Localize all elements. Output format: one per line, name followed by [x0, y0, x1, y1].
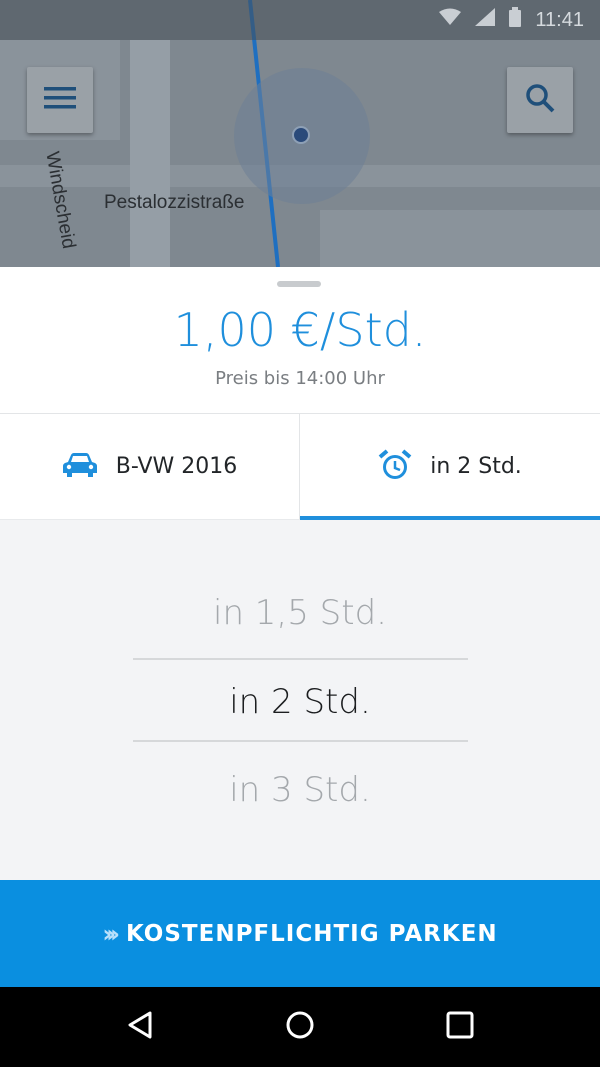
map-view[interactable]: Pestalozzistraße Windscheid 11:41	[0, 0, 600, 267]
picker-divider	[133, 658, 468, 660]
parking-tabs: B-VW 2016 in 2 Std.	[0, 413, 600, 520]
status-time: 11:41	[535, 8, 584, 31]
street-label-pestalozzistrasse: Pestalozzistraße	[104, 192, 245, 213]
hamburger-menu-icon	[44, 87, 76, 113]
status-bar: 11:41	[0, 0, 600, 40]
tab-vehicle-label: B-VW 2016	[115, 454, 238, 479]
duration-picker[interactable]: in 1,5 Std. in 2 Std. in 3 Std.	[0, 520, 600, 880]
menu-button[interactable]	[27, 67, 93, 133]
back-triangle-icon	[126, 1010, 154, 1044]
wifi-icon	[439, 8, 462, 32]
search-button[interactable]	[507, 67, 573, 133]
price-note: Preis bis 14:00 Uhr	[215, 368, 385, 389]
alarm-clock-icon	[378, 448, 412, 485]
park-button[interactable]: ››› KOSTENPFLICHTIG PARKEN	[0, 880, 600, 987]
picker-option-selected[interactable]: in 2 Std.	[0, 682, 600, 722]
location-dot	[292, 126, 310, 144]
battery-icon	[509, 7, 522, 33]
recents-square-icon	[446, 1011, 474, 1043]
home-button[interactable]	[270, 997, 330, 1057]
tab-duration[interactable]: in 2 Std.	[300, 414, 600, 520]
tab-duration-label: in 2 Std.	[430, 454, 522, 479]
price-label: 1,00 €/Std.	[173, 303, 427, 357]
picker-option[interactable]: in 1,5 Std.	[0, 593, 600, 633]
system-nav-bar	[0, 987, 600, 1067]
car-icon	[62, 452, 98, 482]
signal-icon	[475, 8, 496, 32]
home-circle-icon	[285, 1010, 315, 1044]
picker-divider	[133, 740, 468, 742]
picker-option[interactable]: in 3 Std.	[0, 770, 600, 810]
parking-sheet: 1,00 €/Std. Preis bis 14:00 Uhr B-VW 201…	[0, 267, 600, 880]
recents-button[interactable]	[430, 997, 490, 1057]
back-button[interactable]	[110, 997, 170, 1057]
tab-vehicle[interactable]: B-VW 2016	[0, 414, 300, 519]
sheet-drag-handle[interactable]	[277, 281, 321, 287]
park-button-label: KOSTENPFLICHTIG PARKEN	[126, 920, 498, 947]
chevrons-icon: ›››	[102, 919, 120, 948]
search-icon	[525, 83, 555, 117]
